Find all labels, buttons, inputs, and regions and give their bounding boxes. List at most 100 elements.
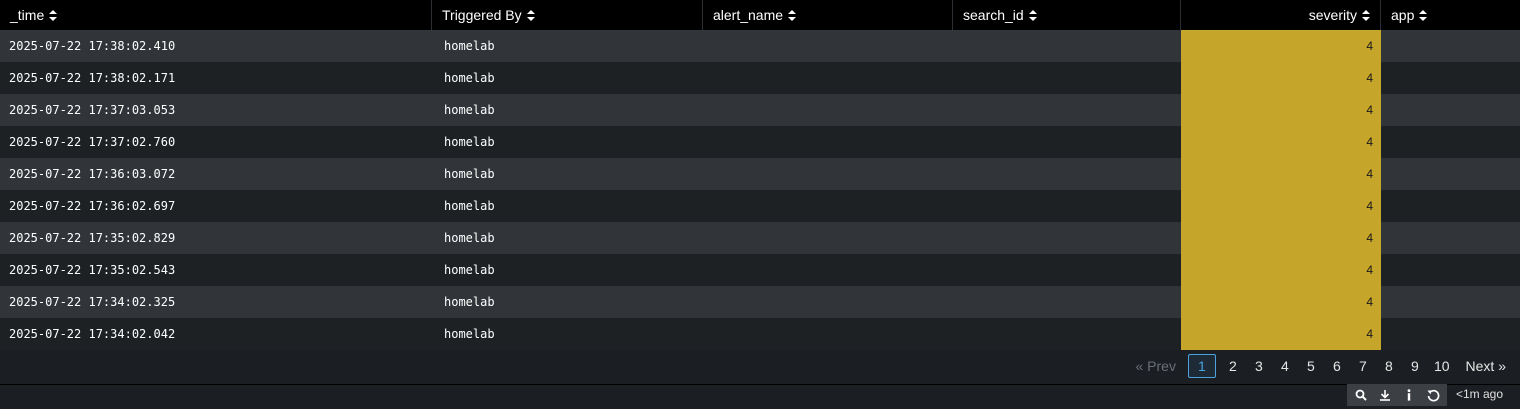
cell-app[interactable] xyxy=(1381,254,1520,286)
cell-alert-name[interactable] xyxy=(703,126,953,158)
cell-time[interactable]: 2025-07-22 17:34:02.325 xyxy=(0,286,432,318)
cell-time[interactable]: 2025-07-22 17:36:02.697 xyxy=(0,190,432,222)
cell-alert-name[interactable] xyxy=(703,62,953,94)
panel-toolbar xyxy=(1347,384,1447,406)
cell-time[interactable]: 2025-07-22 17:37:03.053 xyxy=(0,94,432,126)
cell-search-id[interactable] xyxy=(953,62,1181,94)
cell-search-id[interactable] xyxy=(953,126,1181,158)
last-updated-label: <1m ago xyxy=(1456,387,1504,401)
page-link-4[interactable]: 4 xyxy=(1278,358,1292,374)
cell-severity[interactable]: 4 xyxy=(1181,126,1381,158)
cell-triggered-by[interactable]: homelab xyxy=(432,158,703,190)
cell-triggered-by[interactable]: homelab xyxy=(432,254,703,286)
cell-app[interactable] xyxy=(1381,94,1520,126)
cell-severity[interactable]: 4 xyxy=(1181,254,1381,286)
sort-icon xyxy=(788,9,797,21)
cell-app[interactable] xyxy=(1381,190,1520,222)
column-header-alert-name[interactable]: alert_name xyxy=(703,0,953,30)
cell-alert-name[interactable] xyxy=(703,286,953,318)
table-row[interactable]: 2025-07-22 17:37:03.053 homelab 4 xyxy=(0,94,1520,126)
table-row[interactable]: 2025-07-22 17:38:02.171 homelab 4 xyxy=(0,62,1520,94)
cell-severity[interactable]: 4 xyxy=(1181,94,1381,126)
cell-severity[interactable]: 4 xyxy=(1181,318,1381,350)
table-row[interactable]: 2025-07-22 17:34:02.325 homelab 4 xyxy=(0,286,1520,318)
cell-app[interactable] xyxy=(1381,158,1520,190)
table-row[interactable]: 2025-07-22 17:36:03.072 homelab 4 xyxy=(0,158,1520,190)
page-link-5[interactable]: 5 xyxy=(1304,358,1318,374)
prev-page-link[interactable]: « Prev xyxy=(1135,358,1175,374)
table-row[interactable]: 2025-07-22 17:36:02.697 homelab 4 xyxy=(0,190,1520,222)
info-icon[interactable] xyxy=(1399,386,1419,404)
cell-severity[interactable]: 4 xyxy=(1181,62,1381,94)
cell-alert-name[interactable] xyxy=(703,94,953,126)
results-table: _time Triggered By alert_name search_id … xyxy=(0,0,1520,350)
cell-triggered-by[interactable]: homelab xyxy=(432,190,703,222)
cell-triggered-by[interactable]: homelab xyxy=(432,222,703,254)
table-header: _time Triggered By alert_name search_id … xyxy=(0,0,1520,30)
cell-severity[interactable]: 4 xyxy=(1181,190,1381,222)
cell-triggered-by[interactable]: homelab xyxy=(432,318,703,350)
page-link-1[interactable]: 1 xyxy=(1187,354,1216,378)
cell-triggered-by[interactable]: homelab xyxy=(432,126,703,158)
cell-time[interactable]: 2025-07-22 17:37:02.760 xyxy=(0,126,432,158)
cell-alert-name[interactable] xyxy=(703,254,953,286)
cell-search-id[interactable] xyxy=(953,286,1181,318)
cell-severity[interactable]: 4 xyxy=(1181,158,1381,190)
table-row[interactable]: 2025-07-22 17:35:02.829 homelab 4 xyxy=(0,222,1520,254)
cell-search-id[interactable] xyxy=(953,94,1181,126)
cell-alert-name[interactable] xyxy=(703,190,953,222)
cell-search-id[interactable] xyxy=(953,30,1181,62)
footer-divider xyxy=(0,384,1520,385)
cell-severity[interactable]: 4 xyxy=(1181,286,1381,318)
cell-search-id[interactable] xyxy=(953,158,1181,190)
page-link-8[interactable]: 8 xyxy=(1382,358,1396,374)
cell-severity[interactable]: 4 xyxy=(1181,30,1381,62)
cell-time[interactable]: 2025-07-22 17:38:02.171 xyxy=(0,62,432,94)
cell-triggered-by[interactable]: homelab xyxy=(432,286,703,318)
page-link-6[interactable]: 6 xyxy=(1330,358,1344,374)
column-header-severity[interactable]: severity xyxy=(1181,0,1381,30)
cell-app[interactable] xyxy=(1381,126,1520,158)
cell-triggered-by[interactable]: homelab xyxy=(432,62,703,94)
page-link-3[interactable]: 3 xyxy=(1252,358,1266,374)
sort-icon xyxy=(49,9,58,21)
cell-time[interactable]: 2025-07-22 17:36:03.072 xyxy=(0,158,432,190)
page-link-10[interactable]: 10 xyxy=(1434,358,1450,374)
cell-app[interactable] xyxy=(1381,286,1520,318)
page-link-7[interactable]: 7 xyxy=(1356,358,1370,374)
table-row[interactable]: 2025-07-22 17:37:02.760 homelab 4 xyxy=(0,126,1520,158)
cell-time[interactable]: 2025-07-22 17:35:02.543 xyxy=(0,254,432,286)
cell-search-id[interactable] xyxy=(953,190,1181,222)
cell-app[interactable] xyxy=(1381,30,1520,62)
column-header-triggered-by[interactable]: Triggered By xyxy=(432,0,703,30)
cell-triggered-by[interactable]: homelab xyxy=(432,30,703,62)
column-header-time[interactable]: _time xyxy=(0,0,432,30)
cell-app[interactable] xyxy=(1381,222,1520,254)
column-label: severity xyxy=(1308,7,1357,23)
table-row[interactable]: 2025-07-22 17:34:02.042 homelab 4 xyxy=(0,318,1520,350)
download-icon[interactable] xyxy=(1375,386,1395,404)
cell-search-id[interactable] xyxy=(953,222,1181,254)
cell-time[interactable]: 2025-07-22 17:35:02.829 xyxy=(0,222,432,254)
table-row[interactable]: 2025-07-22 17:35:02.543 homelab 4 xyxy=(0,254,1520,286)
column-header-search-id[interactable]: search_id xyxy=(953,0,1181,30)
cell-alert-name[interactable] xyxy=(703,30,953,62)
next-page-link[interactable]: Next » xyxy=(1466,358,1506,374)
cell-search-id[interactable] xyxy=(953,254,1181,286)
cell-alert-name[interactable] xyxy=(703,318,953,350)
cell-alert-name[interactable] xyxy=(703,158,953,190)
page-link-2[interactable]: 2 xyxy=(1226,358,1240,374)
refresh-icon[interactable] xyxy=(1423,386,1443,404)
cell-app[interactable] xyxy=(1381,318,1520,350)
cell-time[interactable]: 2025-07-22 17:34:02.042 xyxy=(0,318,432,350)
cell-time[interactable]: 2025-07-22 17:38:02.410 xyxy=(0,30,432,62)
cell-triggered-by[interactable]: homelab xyxy=(432,94,703,126)
cell-alert-name[interactable] xyxy=(703,222,953,254)
search-icon[interactable] xyxy=(1351,386,1371,404)
table-row[interactable]: 2025-07-22 17:38:02.410 homelab 4 xyxy=(0,30,1520,62)
column-header-app[interactable]: app xyxy=(1381,0,1520,30)
page-link-9[interactable]: 9 xyxy=(1408,358,1422,374)
cell-app[interactable] xyxy=(1381,62,1520,94)
cell-search-id[interactable] xyxy=(953,318,1181,350)
cell-severity[interactable]: 4 xyxy=(1181,222,1381,254)
